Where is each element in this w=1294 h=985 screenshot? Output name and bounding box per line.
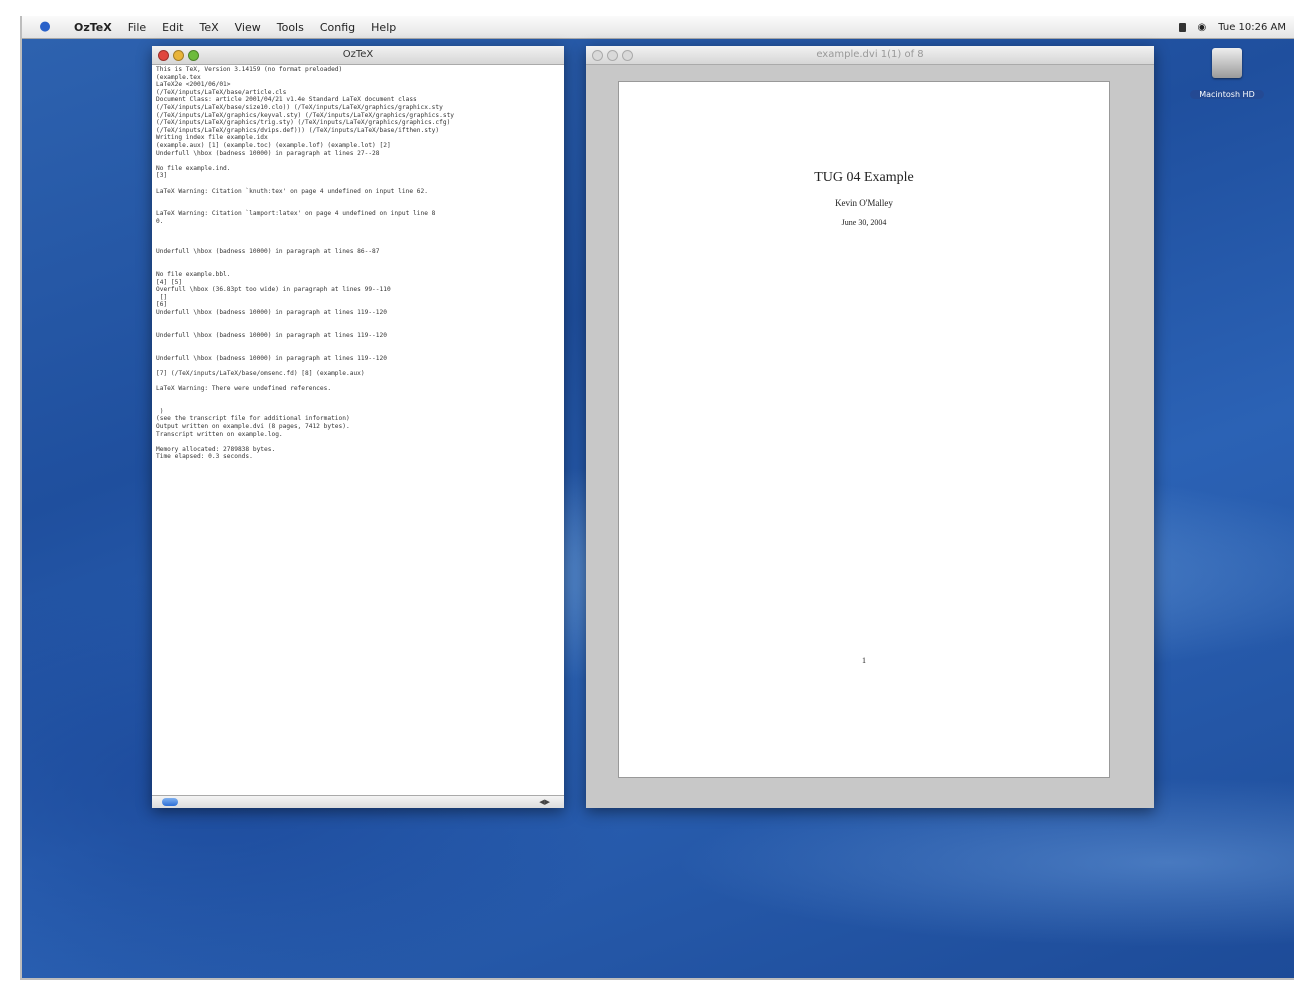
minimize-button[interactable] — [173, 50, 184, 61]
volume-icon[interactable]: ◉ — [1198, 22, 1207, 33]
console-titlebar[interactable]: OzTeX — [152, 46, 564, 65]
minimize-button[interactable] — [607, 50, 618, 61]
console-window-title: OzTeX — [342, 49, 374, 60]
menu-file[interactable]: File — [120, 21, 154, 34]
hard-disk-icon[interactable] — [1206, 46, 1248, 86]
document-date: June 30, 2004 — [841, 218, 887, 227]
menu-view[interactable]: View — [227, 21, 269, 34]
battery-icon[interactable] — [1178, 22, 1186, 32]
window-controls — [158, 50, 199, 61]
menu-help[interactable]: Help — [363, 21, 404, 34]
desktop: ● OzTeX File Edit TeX View Tools Config … — [20, 16, 1294, 980]
console-window: OzTeX This is TeX, Version 3.14159 (no f… — [152, 46, 564, 808]
window-controls — [592, 50, 633, 61]
document-author: Kevin O'Malley — [835, 198, 893, 208]
horizontal-scrollbar[interactable]: ◀▶ — [152, 795, 564, 808]
scrollbar-thumb[interactable] — [162, 798, 178, 806]
preview-window: example.dvi 1(1) of 8 TUG 04 Example Kev… — [586, 46, 1154, 808]
page-number: 1 — [862, 656, 866, 665]
hard-disk-label[interactable]: Macintosh HD — [1190, 90, 1264, 99]
menubar-status-area: ◉ Tue 10:26 AM — [1178, 16, 1286, 38]
zoom-button[interactable] — [622, 50, 633, 61]
menu-edit[interactable]: Edit — [154, 21, 191, 34]
apple-menu-icon[interactable]: ● — [38, 20, 52, 34]
menu-tools[interactable]: Tools — [269, 21, 312, 34]
preview-window-title: example.dvi 1(1) of 8 — [816, 49, 924, 60]
menu-app-name[interactable]: OzTeX — [66, 21, 120, 34]
close-button[interactable] — [158, 50, 169, 61]
zoom-button[interactable] — [188, 50, 199, 61]
menu-config[interactable]: Config — [312, 21, 363, 34]
menu-bar: ● OzTeX File Edit TeX View Tools Config … — [22, 16, 1294, 39]
document-page[interactable]: TUG 04 Example Kevin O'Malley June 30, 2… — [618, 81, 1110, 778]
menu-tex[interactable]: TeX — [191, 21, 226, 34]
menubar-clock[interactable]: Tue 10:26 AM — [1218, 22, 1286, 33]
hard-disk-body — [1212, 48, 1242, 78]
console-log-text[interactable]: This is TeX, Version 3.14159 (no format … — [156, 66, 558, 792]
close-button[interactable] — [592, 50, 603, 61]
preview-titlebar[interactable]: example.dvi 1(1) of 8 — [586, 46, 1154, 65]
document-title: TUG 04 Example — [814, 170, 914, 185]
scroll-arrows-icon[interactable]: ◀▶ — [539, 796, 550, 808]
